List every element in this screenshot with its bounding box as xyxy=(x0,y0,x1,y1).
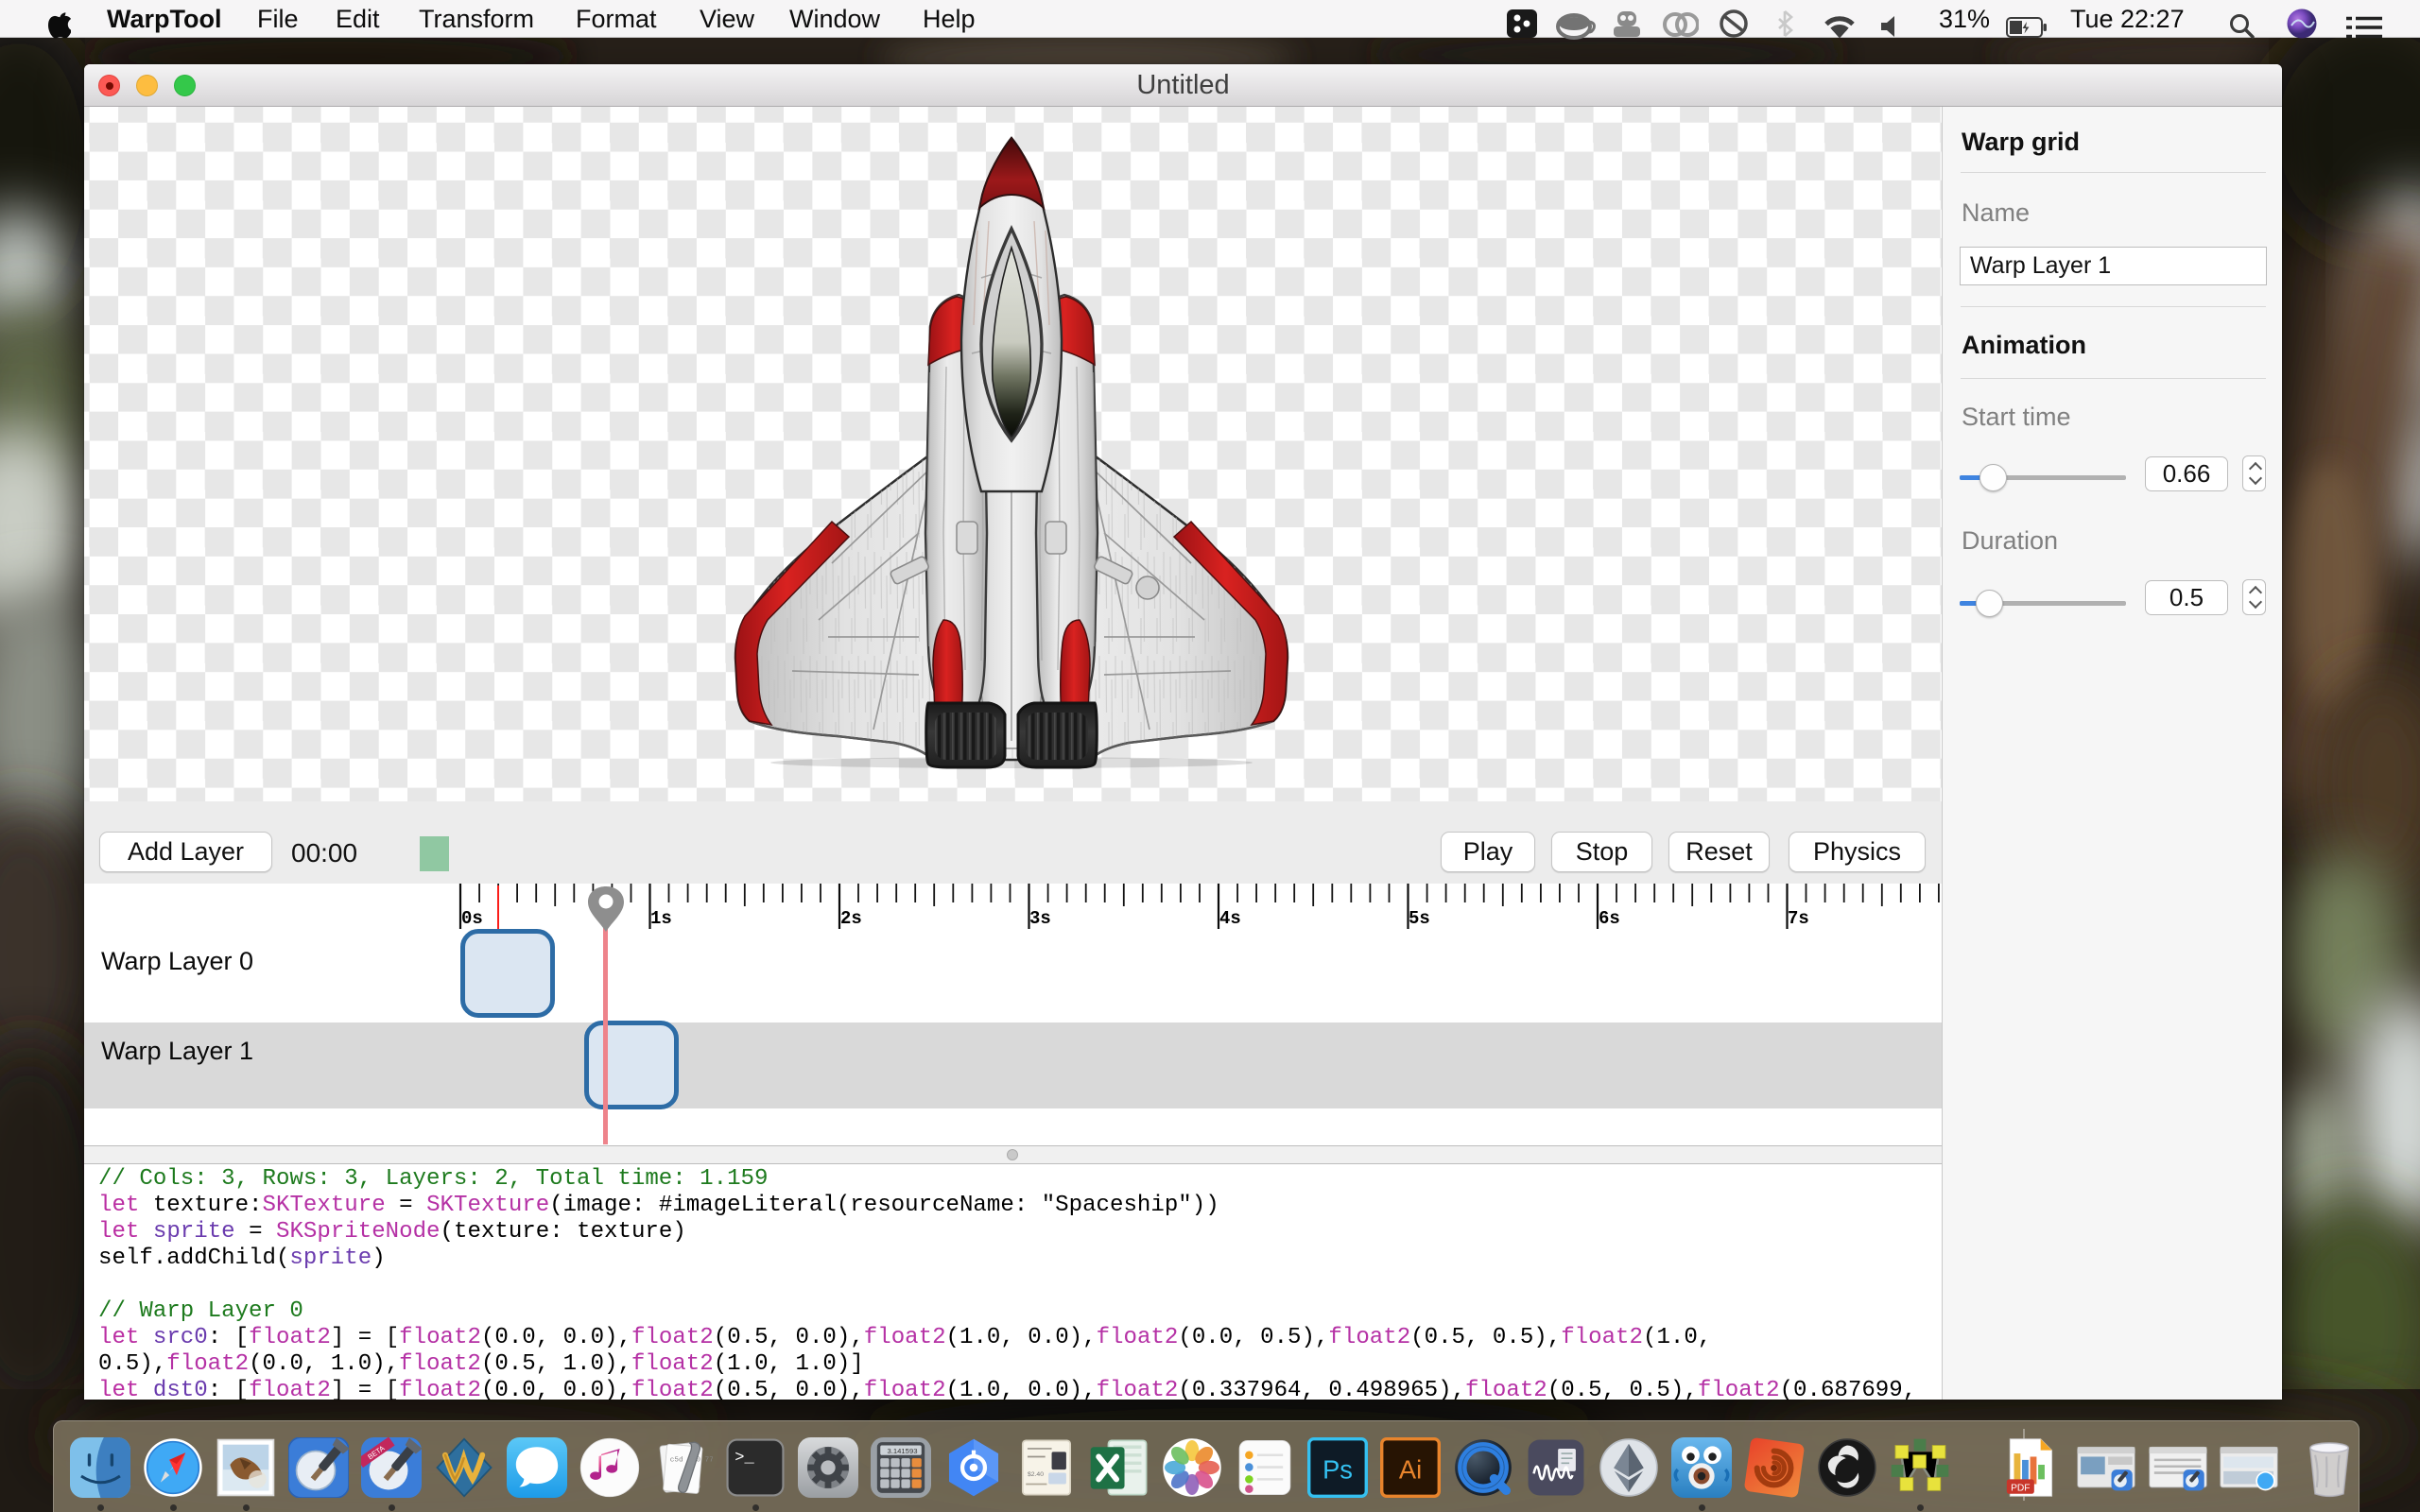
svg-text:>_: >_ xyxy=(735,1450,754,1468)
svg-text:PDF: PDF xyxy=(2011,1483,2030,1493)
svg-text:3.141593: 3.141593 xyxy=(887,1447,917,1455)
svg-text:Ai: Ai xyxy=(1399,1455,1422,1485)
svg-text:$2.40: $2.40 xyxy=(1028,1471,1044,1478)
svg-text:Ps: Ps xyxy=(1322,1455,1353,1485)
